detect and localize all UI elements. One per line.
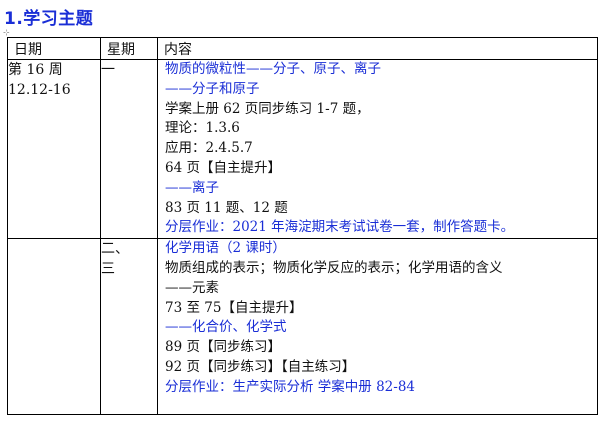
header-date: 日期 [7, 37, 101, 60]
content-line: 64 页【自主提升】 [165, 159, 281, 176]
content-cell: 物质的微粒性——分子、原子、离子 ——分子和原子 学案上册 62 页同步练习 1… [157, 58, 598, 240]
content-line: 物质组成的表示；物质化学反应的表示；化学用语的含义 [165, 259, 503, 276]
table-row: 二、 三 化学用语（2 课时） 物质组成的表示；物质化学反应的表示；化学用语的含… [7, 238, 598, 416]
content-line: 92 页【同步练习】【自主练习】 [165, 358, 356, 375]
page-title: 1.学习主题 [4, 9, 94, 29]
content-line: 物质的微粒性——分子、原子、离子 [165, 61, 381, 77]
content-line: 分层作业：2021 年海淀期末考试试卷一套，制作答题卡。 [165, 219, 515, 236]
content-line: 化学用语（2 课时） [165, 240, 286, 257]
schedule-table: 日期 星期 内容 第 16 周 12.12-16 一 物质的微粒性——分子、原子… [7, 37, 598, 416]
date-cell: 第 16 周 12.12-16 [7, 58, 101, 240]
table-header-row: 日期 星期 内容 [7, 37, 598, 60]
table-anchor-icon[interactable]: ⊹ [3, 29, 10, 37]
content-cell: 化学用语（2 课时） 物质组成的表示；物质化学反应的表示；化学用语的含义 ——元… [157, 238, 598, 416]
content-line: ——分子和原子 [165, 80, 260, 97]
weekday-label: 一 [101, 62, 115, 78]
table-row: 第 16 周 12.12-16 一 物质的微粒性——分子、原子、离子 ——分子和… [7, 58, 598, 240]
content-line: 89 页【同步练习】 [165, 339, 281, 356]
content-line: 73 至 75【自主提升】 [165, 299, 303, 316]
header-content: 内容 [157, 37, 598, 60]
week-number: 第 16 周 [8, 62, 63, 78]
content-line: 分层作业：生产实际分析 学案中册 82-84 [165, 378, 416, 395]
weekday-label: 二、 [101, 241, 129, 258]
weekday-cell: 二、 三 [100, 238, 158, 416]
content-line: ——离子 [165, 179, 219, 196]
weekday-label: 三 [101, 261, 115, 278]
date-cell [7, 238, 101, 416]
content-line: 83 页 11 题、12 题 [165, 199, 288, 216]
content-line: 应用：2.4.5.7 [165, 140, 253, 157]
content-line: 理论：1.3.6 [165, 120, 240, 137]
content-line: ——化合价、化学式 [165, 319, 287, 336]
date-range: 12.12-16 [8, 82, 71, 98]
header-weekday: 星期 [100, 37, 158, 60]
weekday-cell: 一 [100, 58, 158, 240]
content-line: ——元素 [165, 279, 219, 296]
content-line: 学案上册 62 页同步练习 1-7 题， [165, 100, 370, 117]
